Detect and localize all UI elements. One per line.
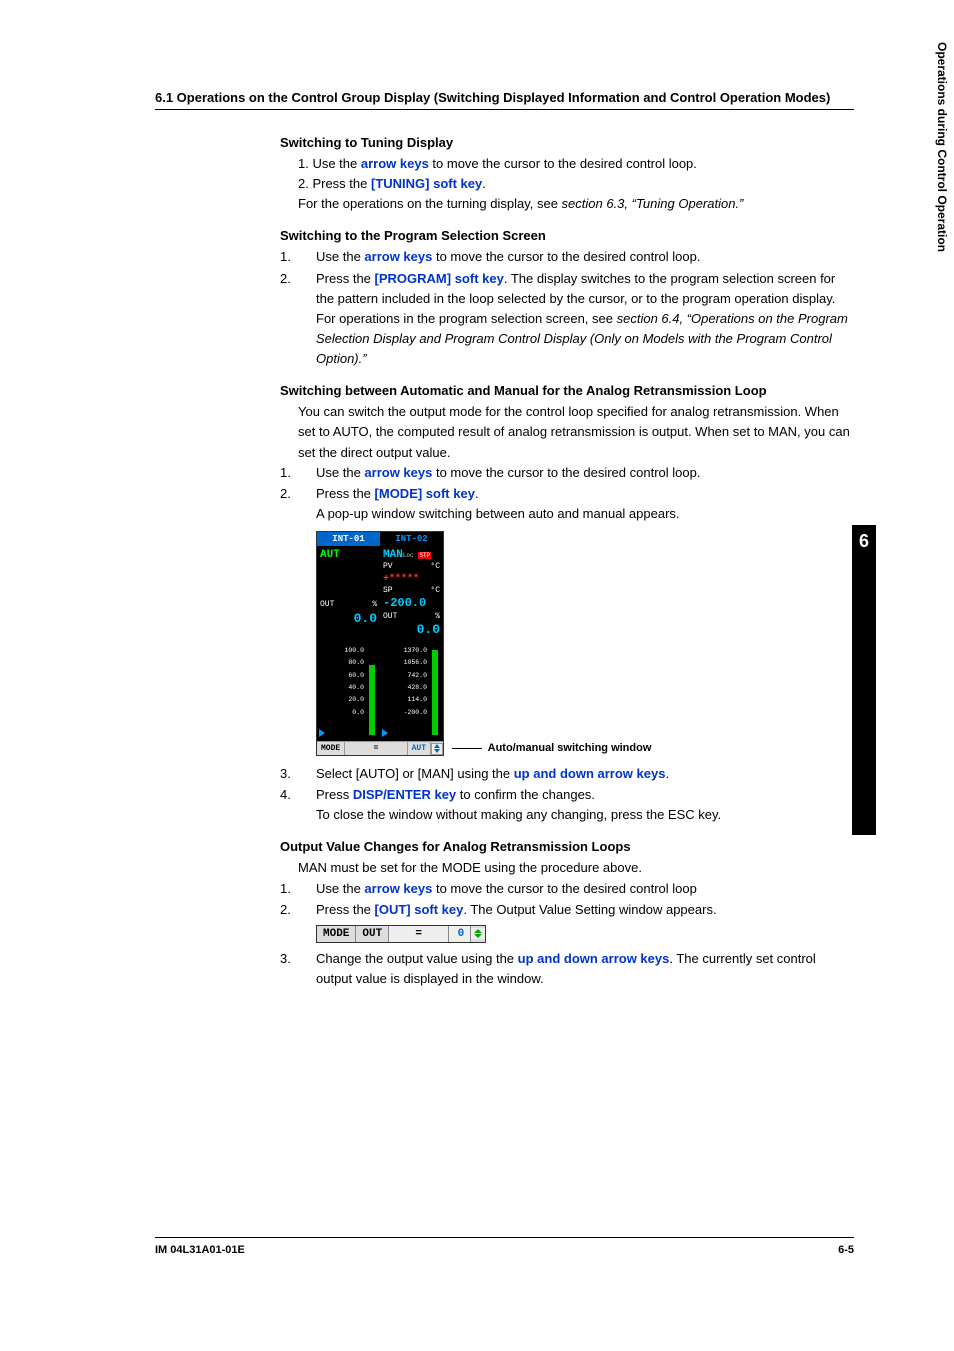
thumb-tab: 6 (852, 525, 876, 835)
list-item: 1. Use the arrow keys to move the cursor… (280, 463, 854, 483)
cursor-icon (382, 729, 388, 737)
key-ref: [TUNING] soft key (371, 176, 482, 191)
doc-id: IM 04L31A01-01E (155, 1244, 245, 1256)
content-body: Switching to Tuning Display 1. Use the a… (280, 135, 854, 989)
bar-icon (369, 665, 375, 735)
callout: Auto/manual switching window (452, 742, 652, 754)
list-auto-manual: 1. Use the arrow keys to move the cursor… (280, 463, 854, 524)
heading-tuning: Switching to Tuning Display (280, 135, 854, 150)
key-ref: arrow keys (361, 156, 429, 171)
key-ref: [OUT] soft key (375, 902, 464, 917)
softkey: MODE (317, 742, 345, 755)
list-item: 2. Press the [TUNING] soft key. (298, 174, 854, 194)
list-item: 2. Press the [PROGRAM] soft key. The dis… (280, 269, 854, 370)
section-header: 6.1 Operations on the Control Group Disp… (155, 90, 854, 110)
lcd-tab: INT-01 (317, 532, 380, 546)
page-footer: IM 04L31A01-01E 6-5 (155, 1237, 854, 1256)
output-value: 0 (449, 926, 471, 942)
note-tuning: For the operations on the turning displa… (280, 194, 854, 214)
list-item: 2. Press the [OUT] soft key. The Output … (280, 900, 854, 920)
page-number: 6-5 (838, 1244, 854, 1256)
key-ref: DISP/ENTER key (353, 787, 456, 802)
list-output: 1. Use the arrow keys to move the cursor… (280, 879, 854, 920)
key-ref: arrow keys (364, 881, 432, 896)
list-output-cont: 3. Change the output value using the up … (280, 949, 854, 989)
list-item: 4. Press DISP/ENTER key to confirm the c… (280, 785, 854, 825)
cursor-icon (319, 729, 325, 737)
softkey-value: AUT (408, 742, 431, 755)
lcd-screenshot: INT-01 INT-02 AUT OUT % 0.0 MANLoc STP P… (316, 531, 444, 756)
key-ref: arrow keys (364, 249, 432, 264)
softkey: MODE (317, 926, 356, 942)
softkey: OUT (356, 926, 389, 942)
mode-out-bar: MODE OUT = 0 (316, 925, 486, 943)
lcd-softkey-bar: MODE = AUT (317, 741, 443, 755)
list-item: 1. Use the arrow keys to move the cursor… (280, 247, 854, 267)
list-item: 3. Select [AUTO] or [MAN] using the up a… (280, 764, 854, 784)
chapter-title-vertical: Operations during Control Operation (935, 42, 951, 302)
heading-auto-manual: Switching between Automatic and Manual f… (280, 383, 854, 398)
key-ref: arrow keys (364, 465, 432, 480)
list-auto-manual-cont: 3. Select [AUTO] or [MAN] using the up a… (280, 764, 854, 825)
lcd-bar-1: 100.0 80.0 60.0 40.0 20.0 0.0 (317, 641, 380, 741)
heading-output: Output Value Changes for Analog Retransm… (280, 839, 854, 854)
list-item: 1. Use the arrow keys to move the cursor… (298, 154, 854, 174)
intro-output: MAN must be set for the MODE using the p… (280, 858, 854, 878)
heading-program: Switching to the Program Selection Scree… (280, 228, 854, 243)
up-down-icon (431, 743, 443, 755)
list-item: 1. Use the arrow keys to move the cursor… (280, 879, 854, 899)
key-ref: [PROGRAM] soft key (375, 271, 504, 286)
lcd-panel-1: AUT OUT % 0.0 (317, 546, 380, 641)
lcd-bar-2: 1370.0 1056.0 742.0 428.0 114.0 -200.0 (380, 641, 443, 741)
lcd-tab: INT-02 (380, 532, 443, 546)
document-page: 6.1 Operations on the Control Group Disp… (0, 0, 954, 1351)
status-badge: STP (418, 552, 431, 559)
list-tuning: 1. Use the arrow keys to move the cursor… (280, 154, 854, 194)
mode-badge: MAN (383, 549, 403, 561)
key-ref: [MODE] soft key (375, 486, 475, 501)
list-item: 2. Press the [MODE] soft key. A pop-up w… (280, 484, 854, 524)
lcd-panel-2: MANLoc STP PV °C +***** SP °C -200.0 OUT… (380, 546, 443, 641)
bar-icon (432, 650, 438, 735)
mode-badge: AUT (320, 548, 377, 562)
list-item: 3. Change the output value using the up … (280, 949, 854, 989)
key-ref: up and down arrow keys (514, 766, 666, 781)
key-ref: up and down arrow keys (518, 951, 670, 966)
list-program: 1. Use the arrow keys to move the cursor… (280, 247, 854, 369)
chapter-number: 6 (852, 525, 876, 558)
intro-auto-manual: You can switch the output mode for the c… (280, 402, 854, 462)
up-down-icon (471, 928, 485, 939)
